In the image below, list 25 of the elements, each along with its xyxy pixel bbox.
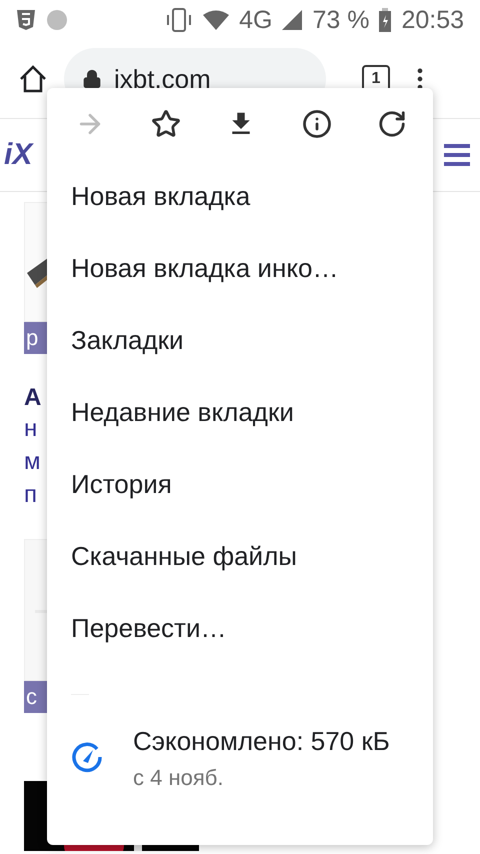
battery-percent: 73 %	[312, 6, 370, 34]
circle-icon	[46, 9, 68, 31]
menu-icon[interactable]	[444, 143, 470, 167]
shield-icon	[16, 9, 36, 31]
data-saved-since: с 4 нояб.	[133, 765, 224, 791]
wifi-icon	[203, 10, 230, 30]
lock-icon	[82, 69, 102, 89]
menu-item[interactable]: История	[47, 448, 196, 520]
vibrate-icon	[165, 8, 194, 32]
menu-item[interactable]: Новая вкладка	[47, 160, 274, 232]
gauge-icon	[71, 741, 103, 773]
site-logo[interactable]: iX	[4, 138, 32, 172]
home-icon[interactable]	[18, 64, 48, 94]
menu-item[interactable]: Перевести…	[47, 592, 250, 664]
data-saved-text[interactable]: Сэкономлено: 570 кБ	[133, 723, 390, 759]
info-icon	[302, 109, 332, 139]
star-icon	[150, 109, 180, 139]
menu-item[interactable]: Скачанные файлы	[47, 520, 321, 592]
menu-item[interactable]: Недавние вкладки	[47, 376, 318, 448]
reload-icon	[377, 109, 407, 139]
signal-icon	[282, 10, 302, 30]
battery-icon	[379, 8, 392, 32]
network-type: 4G	[239, 6, 272, 34]
clock: 20:53	[401, 6, 464, 34]
menu-item[interactable]: Новая вкладка инко…	[47, 232, 362, 304]
